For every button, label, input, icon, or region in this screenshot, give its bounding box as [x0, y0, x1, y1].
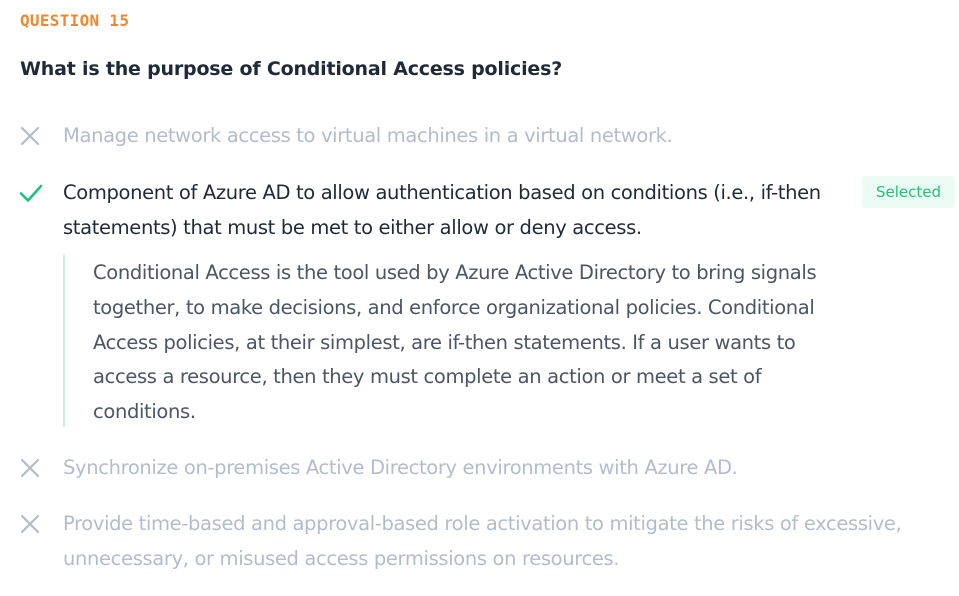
answer-option-text: Synchronize on-premises Active Directory… — [63, 456, 738, 479]
answer-explanation: Conditional Access is the tool used by A… — [63, 255, 843, 427]
answer-option[interactable]: Provide time-based and approval-based ro… — [18, 507, 954, 576]
question-label: QUESTION 15 — [20, 11, 130, 30]
explanation-text: Conditional Access is the tool used by A… — [93, 261, 817, 424]
answer-option[interactable]: Manage network access to virtual machine… — [18, 119, 954, 154]
x-icon — [18, 451, 63, 485]
answer-option[interactable]: Synchronize on-premises Active Directory… — [18, 451, 954, 486]
answer-option-text: Provide time-based and approval-based ro… — [63, 512, 902, 570]
answer-option-text: Manage network access to virtual machine… — [63, 124, 673, 147]
checkmark-icon — [18, 176, 63, 210]
x-icon — [18, 119, 63, 153]
selected-badge: Selected — [861, 176, 955, 208]
x-icon — [18, 507, 63, 541]
answer-option-selected[interactable]: Component of Azure AD to allow authentic… — [18, 176, 954, 245]
question-text: What is the purpose of Conditional Acces… — [20, 58, 563, 80]
answer-option-text: Component of Azure AD to allow authentic… — [63, 181, 821, 239]
